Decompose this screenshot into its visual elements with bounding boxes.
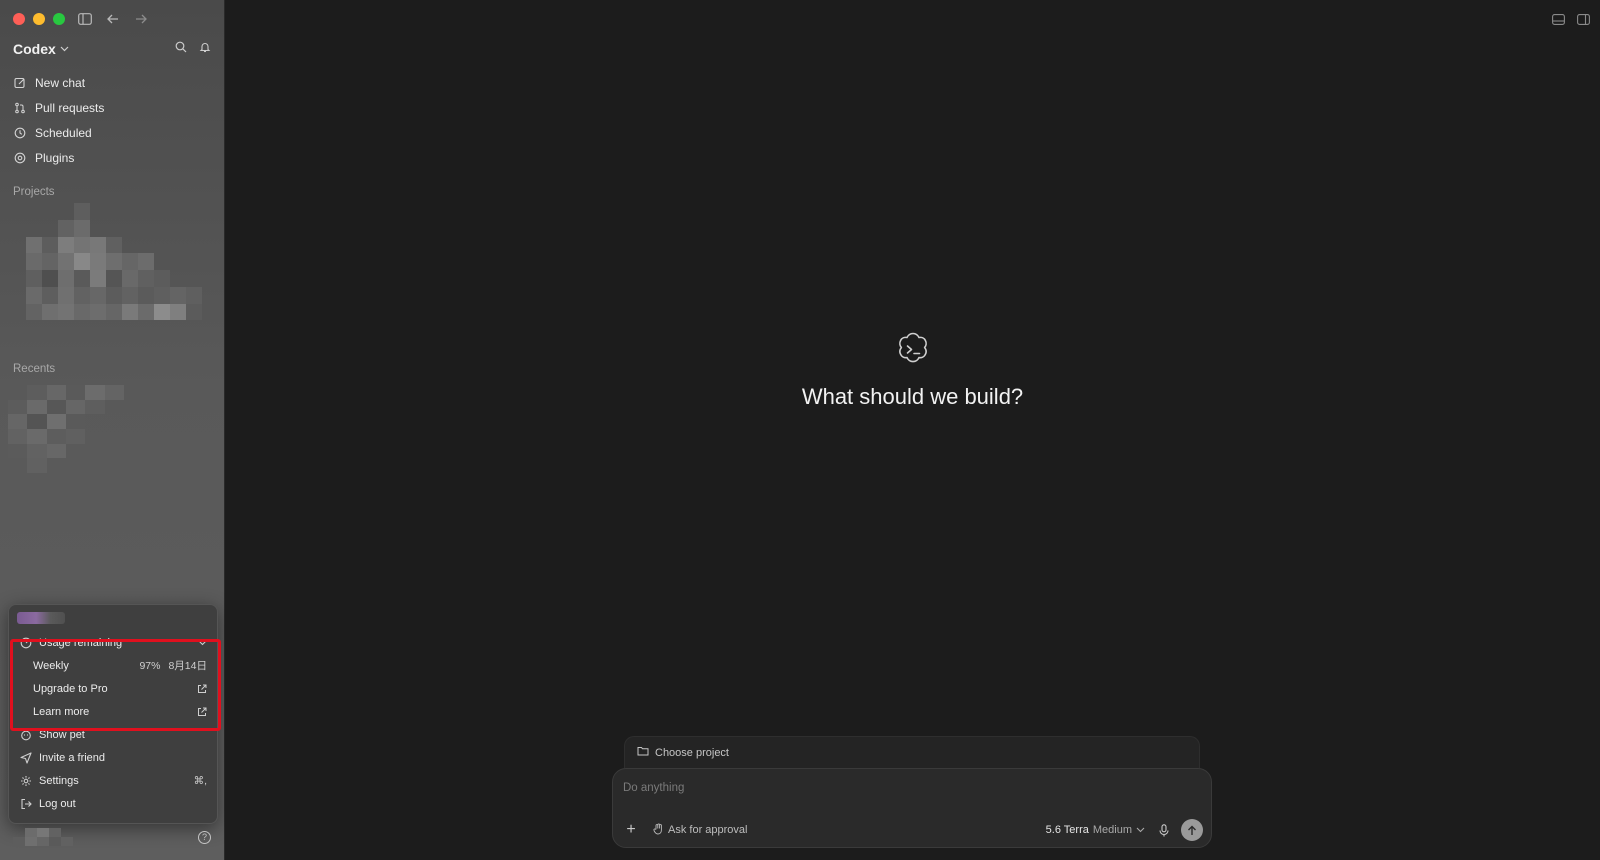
account-header	[9, 605, 217, 631]
weekly-reset-date: 8月14日	[168, 660, 207, 672]
send-plane-icon	[19, 751, 33, 765]
bell-icon[interactable]	[199, 40, 211, 58]
logout-item[interactable]: Log out	[9, 792, 217, 815]
empty-state: What should we build?	[225, 330, 1600, 410]
sidebar-item-label: New chat	[35, 75, 86, 90]
terminal-panel-icon[interactable]	[1552, 12, 1565, 30]
chevron-down-icon	[1136, 824, 1145, 836]
account-menu: Usage remaining Weekly 97% 8月14日 Upgrade…	[8, 604, 218, 824]
close-window-button[interactable]	[13, 13, 25, 25]
zoom-window-button[interactable]	[53, 13, 65, 25]
external-link-icon	[197, 707, 207, 717]
approval-mode-button[interactable]: Ask for approval	[653, 822, 748, 838]
sidebar-footer: ?	[13, 828, 211, 846]
weekly-usage-values: 97% 8月14日	[139, 658, 207, 673]
model-name: 5.6 Terra	[1045, 824, 1089, 836]
prompt-composer: + Ask for approval 5.6 Terra Medium	[612, 768, 1212, 848]
pet-icon	[19, 728, 33, 742]
sidebar-item-label: Pull requests	[35, 100, 105, 115]
right-panel-toggle-icon[interactable]	[1577, 12, 1590, 30]
page-title: What should we build?	[801, 384, 1024, 409]
avatar	[17, 612, 65, 624]
invite-label: Invite a friend	[39, 751, 106, 764]
upgrade-to-pro-link[interactable]: Upgrade to Pro	[9, 677, 217, 700]
microphone-icon[interactable]	[1159, 823, 1169, 837]
model-effort: Medium	[1092, 824, 1132, 836]
settings-shortcut: ⌘,	[193, 774, 207, 787]
model-selector[interactable]: 5.6 Terra Medium	[1046, 824, 1145, 836]
add-attachment-button[interactable]: +	[623, 821, 639, 839]
forward-arrow-icon[interactable]	[132, 10, 150, 28]
workspace-switcher[interactable]: Codex	[13, 41, 69, 57]
search-icon[interactable]	[175, 40, 187, 58]
weekly-percent: 97%	[139, 659, 161, 672]
settings-item[interactable]: Settings ⌘,	[9, 769, 217, 792]
usage-remaining-label: Usage remaining	[39, 636, 123, 649]
pull-request-icon	[13, 101, 27, 115]
chevron-down-icon	[198, 640, 207, 646]
edit-icon	[13, 76, 27, 90]
sidebar-item-pull-requests[interactable]: Pull requests	[8, 95, 216, 120]
titlebar-tools	[76, 10, 150, 28]
recents-heading: Recents	[13, 363, 56, 375]
sidebar-tools	[175, 40, 211, 58]
composer-controls: + Ask for approval 5.6 Terra Medium	[623, 819, 1203, 841]
upgrade-label: Upgrade to Pro	[33, 682, 108, 695]
approval-label: Ask for approval	[668, 824, 748, 836]
clock-icon	[13, 126, 27, 140]
learn-more-label: Learn more	[33, 705, 90, 718]
hand-icon	[653, 822, 664, 838]
sidebar: Codex New chat Pull requests Scheduled P…	[0, 0, 225, 860]
folder-icon	[637, 746, 649, 759]
sidebar-item-plugins[interactable]: Plugins	[8, 145, 216, 170]
send-button[interactable]	[1181, 819, 1203, 841]
logout-icon	[19, 797, 33, 811]
logout-label: Log out	[39, 797, 76, 810]
show-pet-item[interactable]: Show pet	[9, 723, 217, 746]
prompt-input[interactable]	[623, 779, 1183, 797]
projects-list-redacted	[10, 203, 218, 337]
sidebar-nav: New chat Pull requests Scheduled Plugins	[8, 70, 216, 170]
settings-label: Settings	[39, 774, 79, 787]
back-arrow-icon[interactable]	[104, 10, 122, 28]
codex-logo-icon	[893, 330, 933, 370]
sidebar-item-label: Scheduled	[35, 125, 92, 140]
help-icon[interactable]: ?	[198, 830, 211, 844]
weekly-label: Weekly	[33, 659, 69, 672]
external-link-icon	[197, 684, 207, 694]
app-title: Codex	[13, 41, 56, 57]
learn-more-link[interactable]: Learn more	[9, 700, 217, 723]
arrow-up-icon	[1188, 825, 1196, 835]
gauge-icon	[19, 636, 33, 650]
sidebar-toggle-icon[interactable]	[76, 10, 94, 28]
invite-friend-item[interactable]: Invite a friend	[9, 746, 217, 769]
plugin-icon	[13, 151, 27, 165]
window-controls	[13, 13, 65, 25]
show-pet-label: Show pet	[39, 728, 85, 741]
weekly-usage-row: Weekly 97% 8月14日	[9, 654, 217, 677]
sidebar-item-new-chat[interactable]: New chat	[8, 70, 216, 95]
choose-project-label: Choose project	[655, 746, 729, 759]
brand-row: Codex	[13, 40, 211, 58]
choose-project-button[interactable]: Choose project	[624, 736, 1200, 768]
chevron-down-icon	[60, 44, 69, 55]
main-panel: What should we build? Choose project +	[225, 0, 1600, 860]
main-toolbar	[1552, 12, 1590, 30]
usage-remaining-toggle[interactable]: Usage remaining	[9, 631, 217, 654]
recents-list-redacted	[8, 385, 124, 473]
sidebar-item-label: Plugins	[35, 150, 75, 165]
composer-area: Choose project + Ask for approval 5.6 Te…	[612, 736, 1212, 848]
sidebar-item-scheduled[interactable]: Scheduled	[8, 120, 216, 145]
account-button-redacted[interactable]	[13, 828, 85, 846]
projects-heading: Projects	[13, 186, 55, 198]
gear-icon	[19, 774, 33, 788]
app-window: Codex New chat Pull requests Scheduled P…	[0, 0, 1600, 860]
minimize-window-button[interactable]	[33, 13, 45, 25]
